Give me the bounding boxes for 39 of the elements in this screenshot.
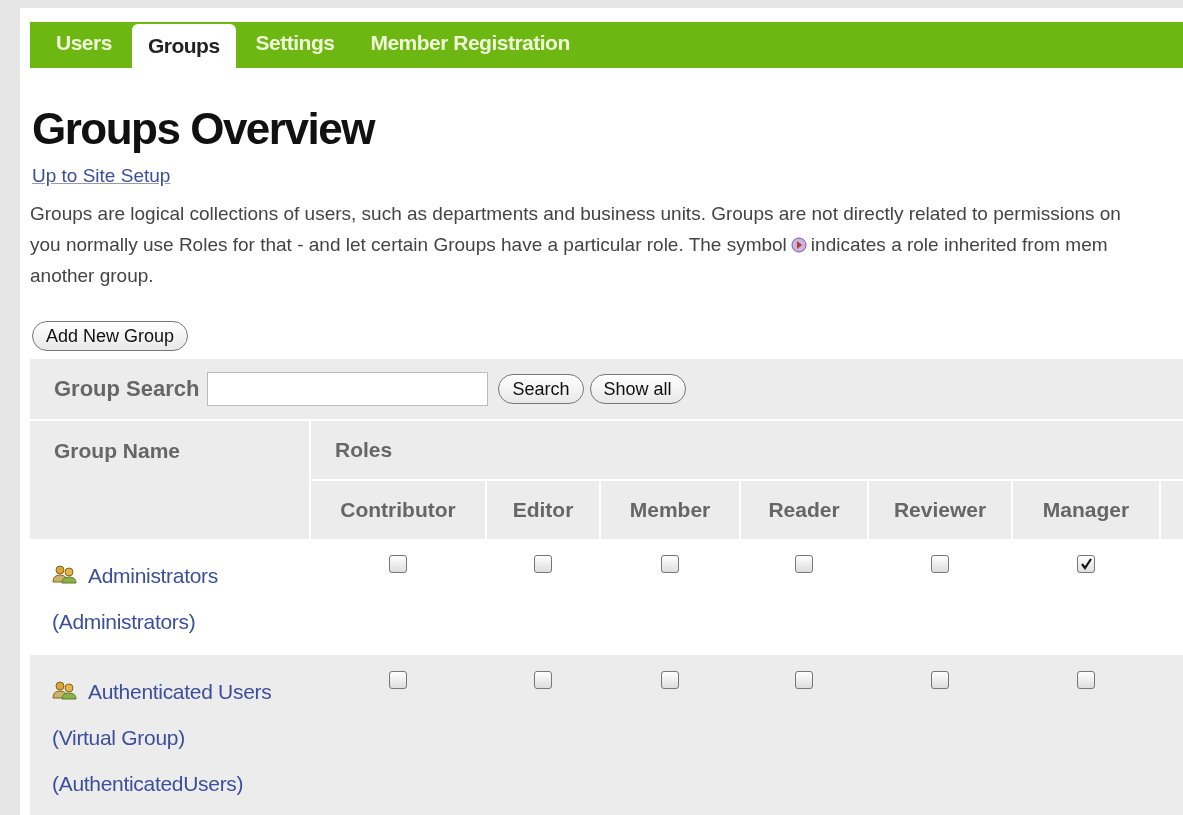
- search-bar-button[interactable]: Show all: [589, 374, 686, 404]
- page-title: Groups Overview: [32, 104, 376, 154]
- column-header: Manager: [1012, 480, 1160, 539]
- column-header: Group Name: [30, 420, 310, 539]
- column-header: Reviewer: [868, 480, 1012, 539]
- description-text: another group.: [30, 264, 154, 288]
- add-new-group-button[interactable]: Add New Group: [32, 321, 189, 351]
- column-header: Member: [600, 480, 740, 539]
- group-id-link[interactable]: (Administrators): [52, 599, 282, 645]
- description-text: indicates a role inherited from mem: [810, 233, 1108, 257]
- role-checkbox[interactable]: [931, 555, 949, 573]
- tab[interactable]: Groups: [131, 24, 236, 68]
- column-header: Reader: [740, 480, 868, 539]
- group-name-link[interactable]: Authenticated Users (Virtual Group): [52, 669, 282, 761]
- group-name-link[interactable]: Administrators: [52, 553, 282, 599]
- role-checkbox[interactable]: [389, 555, 407, 573]
- role-checkbox[interactable]: [661, 671, 679, 689]
- inherited-role-icon: [790, 236, 807, 253]
- role-checkbox[interactable]: [1077, 671, 1095, 689]
- description-text: Groups are logical collections of users, such as departments and business units. Groups are not directly related to permissions on: [30, 202, 1121, 226]
- column-header: Contributor: [310, 480, 486, 539]
- column-header: Editor: [486, 480, 600, 539]
- role-checkbox[interactable]: [534, 671, 552, 689]
- search-bar-button[interactable]: Search: [498, 374, 584, 404]
- search-label: Group Search: [54, 376, 200, 402]
- search-field[interactable]: [207, 372, 489, 406]
- group-id-link[interactable]: (AuthenticatedUsers): [52, 761, 282, 807]
- description-text: you normally use Roles for that - and let certain Groups have a particular role. The symbol: [30, 233, 787, 257]
- role-checkbox[interactable]: [534, 555, 552, 573]
- group-icon: [52, 680, 78, 700]
- up-to-site-setup-link[interactable]: Up to Site Setup: [32, 162, 171, 190]
- role-checkbox[interactable]: [389, 671, 407, 689]
- role-checkbox[interactable]: [1077, 555, 1095, 573]
- column-header: Roles: [310, 420, 1183, 480]
- group-icon: [52, 564, 78, 584]
- role-checkbox[interactable]: [931, 671, 949, 689]
- role-checkbox[interactable]: [795, 555, 813, 573]
- role-checkbox[interactable]: [795, 671, 813, 689]
- role-checkbox[interactable]: [661, 555, 679, 573]
